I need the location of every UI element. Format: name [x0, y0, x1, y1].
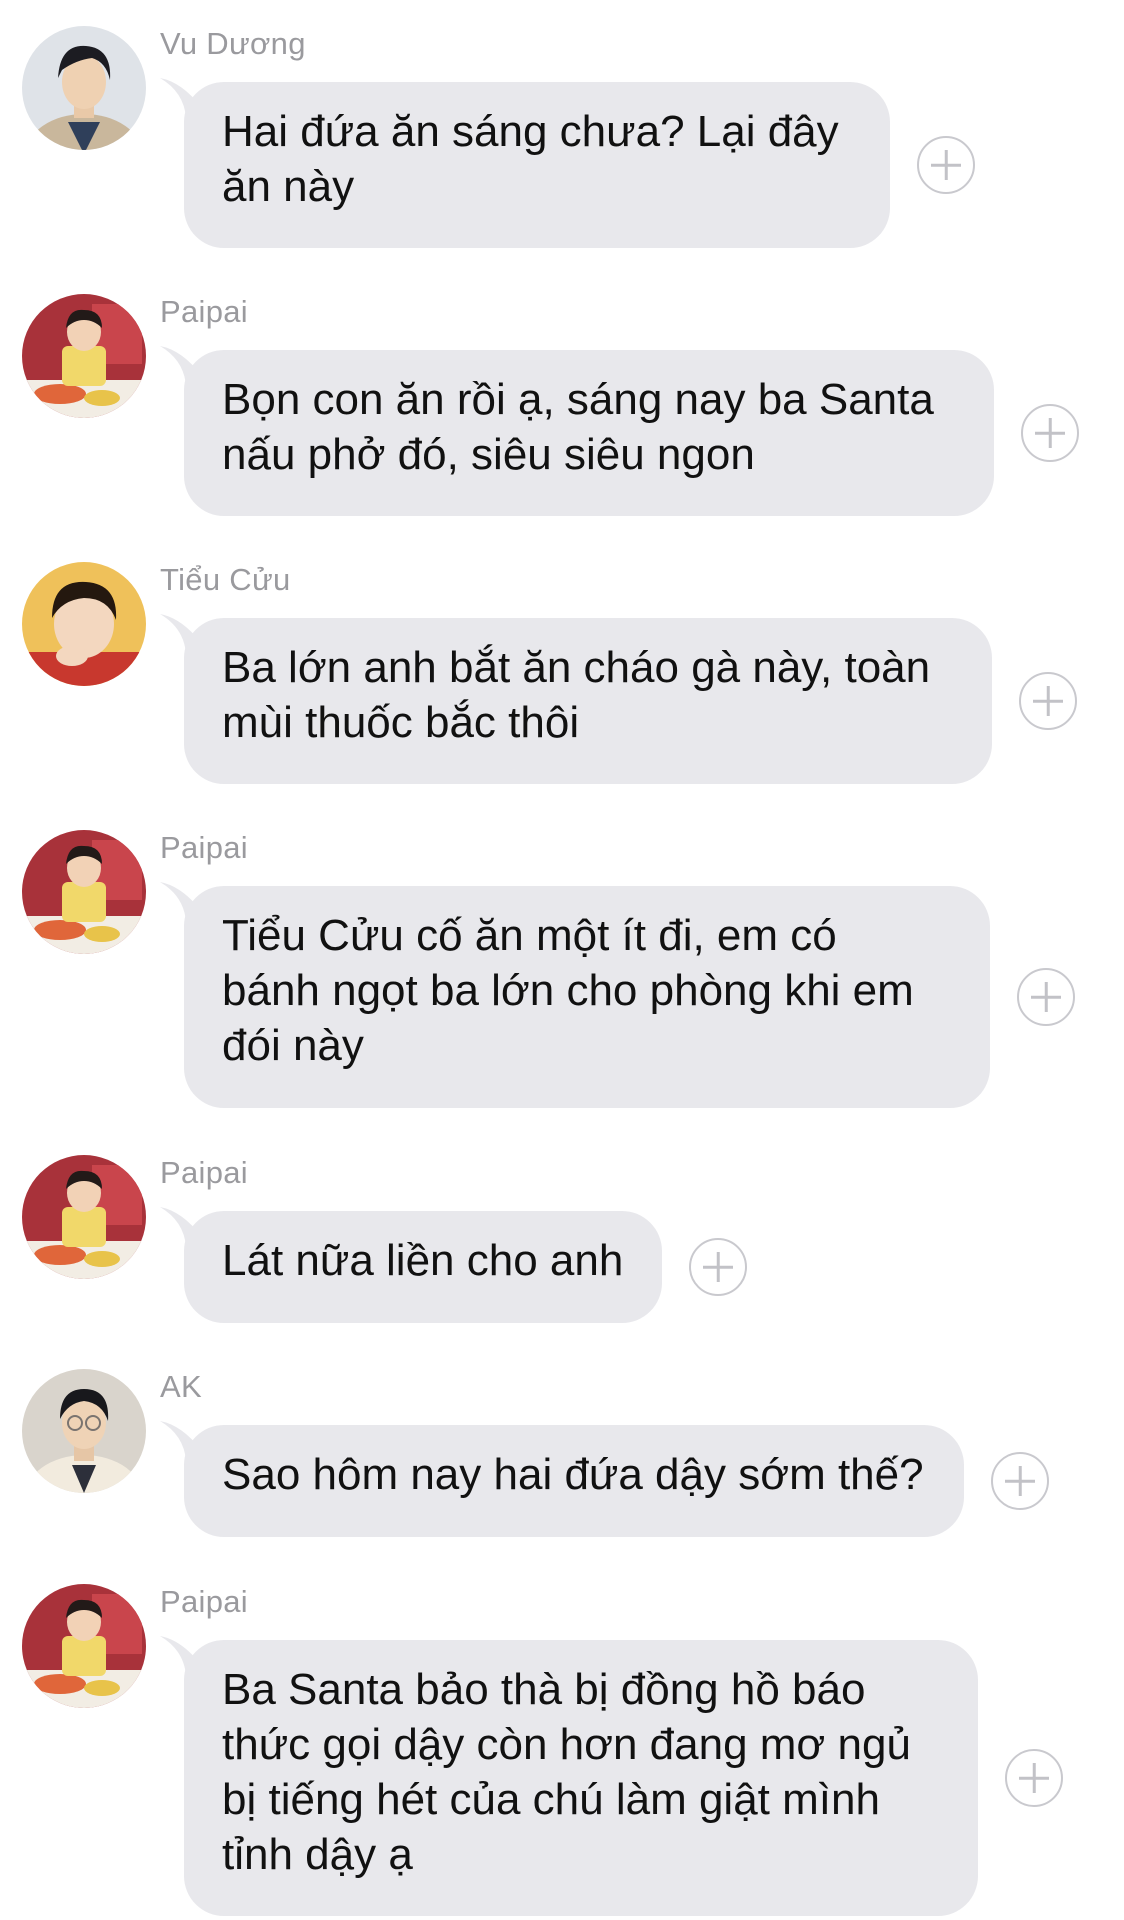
sender-name: Paipai: [160, 830, 248, 865]
add-reaction-icon[interactable]: [1021, 404, 1079, 462]
add-reaction-icon[interactable]: [1005, 1749, 1063, 1807]
add-reaction-icon[interactable]: [689, 1238, 747, 1296]
sender-name: Paipai: [160, 1155, 248, 1190]
message-bubble[interactable]: Sao hôm nay hai đứa dậy sớm thế?: [184, 1425, 964, 1537]
avatar[interactable]: [22, 294, 146, 418]
child-painting-avatar: [22, 294, 146, 418]
message-bubble[interactable]: Ba lớn anh bắt ăn cháo gà này, toàn mùi …: [184, 618, 992, 784]
child-painting-avatar: [22, 830, 146, 954]
child-thinking-avatar: [22, 562, 146, 686]
child-painting-avatar: [22, 1584, 146, 1708]
avatar[interactable]: [22, 1584, 146, 1708]
male-portrait-avatar: [22, 26, 146, 150]
add-reaction-icon[interactable]: [1017, 968, 1075, 1026]
message-bubble[interactable]: Hai đứa ăn sáng chưa? Lại đây ăn này: [184, 82, 890, 248]
sender-name: Vu Dương: [160, 26, 306, 61]
sender-name: Tiểu Cửu: [160, 562, 291, 597]
message-bubble[interactable]: Bọn con ăn rồi ạ, sáng nay ba Santa nấu …: [184, 350, 994, 516]
avatar[interactable]: [22, 830, 146, 954]
sender-name: Paipai: [160, 1584, 248, 1619]
add-reaction-icon[interactable]: [991, 1452, 1049, 1510]
sender-name: Paipai: [160, 294, 248, 329]
avatar[interactable]: [22, 562, 146, 686]
message-bubble[interactable]: Tiểu Cửu cố ăn một ít đi, em có bánh ngọ…: [184, 886, 990, 1108]
message-bubble[interactable]: Ba Santa bảo thà bị đồng hồ báo thức gọi…: [184, 1640, 978, 1916]
avatar[interactable]: [22, 1155, 146, 1279]
avatar[interactable]: [22, 26, 146, 150]
add-reaction-icon[interactable]: [917, 136, 975, 194]
child-painting-avatar: [22, 1155, 146, 1279]
sender-name: AK: [160, 1369, 202, 1404]
message-bubble[interactable]: Lát nữa liền cho anh: [184, 1211, 662, 1323]
avatar[interactable]: [22, 1369, 146, 1493]
add-reaction-icon[interactable]: [1019, 672, 1077, 730]
male-glasses-avatar: [22, 1369, 146, 1493]
